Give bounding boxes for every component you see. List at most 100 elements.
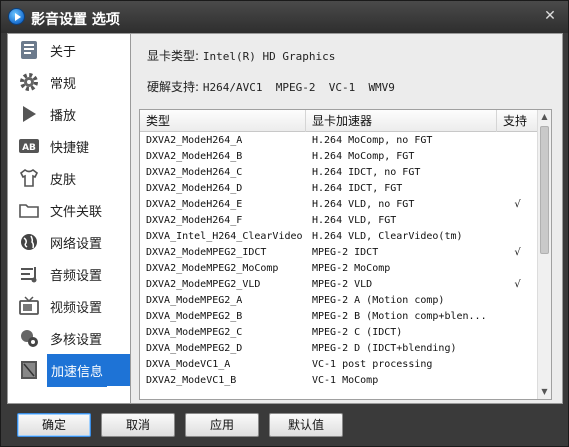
table-row[interactable]: DXVA2_ModeH264_A H.264 MoComp, no FGT bbox=[140, 133, 538, 149]
cancel-button[interactable]: 取消 bbox=[101, 413, 175, 437]
table-body: DXVA2_ModeH264_A H.264 MoComp, no FGT DXVA… bbox=[140, 133, 538, 389]
cell-type: DXVA2_ModeH264_B bbox=[146, 151, 243, 162]
cell-supported bbox=[497, 165, 538, 181]
sidebar-item-audio[interactable]: 音频设置 bbox=[8, 258, 130, 290]
hw-decode-line: 硬解支持: H264/AVC1 MPEG-2 VC-1 WMV9 bbox=[147, 78, 395, 95]
table-row[interactable]: DXVA_ModeMPEG2_C MPEG-2 C (IDCT) bbox=[140, 325, 538, 341]
gpu-type-line: 显卡类型: Intel(R) HD Graphics bbox=[147, 47, 335, 64]
table-row[interactable]: DXVA_ModeVC1_A VC-1 post processing bbox=[140, 357, 538, 373]
cell-type: DXVA2_ModeH264_F bbox=[146, 215, 243, 226]
cell-accelerator: MPEG-2 B (Motion comp+blen... bbox=[312, 311, 487, 322]
header-accelerator[interactable]: 显卡加速器 bbox=[306, 110, 497, 132]
scroll-up-icon[interactable]: ▲ bbox=[538, 110, 551, 124]
cell-type: DXVA_Intel_H264_ClearVideo bbox=[146, 231, 303, 242]
ok-button[interactable]: 确定 bbox=[17, 413, 91, 437]
cell-type: DXVA2_ModeH264_A bbox=[146, 135, 243, 146]
cell-accelerator: VC-1 post processing bbox=[312, 359, 433, 370]
table-row[interactable]: DXVA2_ModeVC1_B VC-1 MoComp bbox=[140, 373, 538, 389]
cell-supported bbox=[497, 325, 538, 341]
sidebar-item-label: 播放 bbox=[50, 108, 77, 124]
scroll-down-icon[interactable]: ▼ bbox=[538, 385, 551, 399]
sidebar-item-accel-info[interactable]: 加速信息 bbox=[8, 353, 130, 387]
cell-type: DXVA2_ModeMPEG2_IDCT bbox=[146, 247, 267, 258]
gpu-type-label: 显卡类型: bbox=[147, 49, 200, 63]
sidebar-item-label: 视频设置 bbox=[50, 300, 103, 316]
cell-supported: √ bbox=[514, 199, 521, 210]
cell-type: DXVA2_ModeH264_C bbox=[146, 167, 243, 178]
settings-sidebar: 关于 常规 播放 AB 快捷键 皮肤 文件关联 网络设置 音频设置 视频设置 多… bbox=[7, 33, 131, 404]
hw-decode-value: H264/AVC1 MPEG-2 VC-1 WMV9 bbox=[202, 81, 395, 94]
sidebar-item-label: 皮肤 bbox=[50, 172, 77, 188]
table-row[interactable]: DXVA_Intel_H264_ClearVideo H.264 VLD, Cle… bbox=[140, 229, 538, 245]
header-type[interactable]: 类型 bbox=[140, 110, 306, 132]
table-row[interactable]: DXVA2_ModeH264_E H.264 VLD, no FGT √ bbox=[140, 197, 538, 213]
cell-supported bbox=[497, 373, 538, 389]
play-icon bbox=[16, 101, 42, 127]
apply-button[interactable]: 应用 bbox=[185, 413, 259, 437]
sidebar-item-file-assoc[interactable]: 文件关联 bbox=[8, 194, 130, 226]
sidebar-item-label: 关于 bbox=[50, 44, 77, 60]
sidebar-item-label: 常规 bbox=[50, 76, 77, 92]
header-supported[interactable]: 支持 bbox=[497, 110, 538, 132]
cell-accelerator: H.264 IDCT, no FGT bbox=[312, 167, 421, 178]
cell-accelerator: H.264 MoComp, no FGT bbox=[312, 135, 433, 146]
cell-type: DXVA2_ModeVC1_B bbox=[146, 375, 237, 386]
cell-type: DXVA2_ModeMPEG2_MoComp bbox=[146, 263, 279, 274]
chip-icon bbox=[16, 357, 42, 383]
table-row[interactable]: DXVA2_ModeH264_C H.264 IDCT, no FGT bbox=[140, 165, 538, 181]
sidebar-item-label: 加速信息 bbox=[47, 353, 108, 387]
sidebar-item-skin[interactable]: 皮肤 bbox=[8, 162, 130, 194]
cell-accelerator: MPEG-2 D (IDCT+blending) bbox=[312, 343, 457, 354]
cell-type: DXVA_ModeMPEG2_D bbox=[146, 343, 243, 354]
cell-accelerator: H.264 VLD, FGT bbox=[312, 215, 397, 226]
sidebar-item-multicore[interactable]: 多核设置 bbox=[8, 322, 130, 354]
table-row[interactable]: DXVA_ModeMPEG2_B MPEG-2 B (Motion comp+bl… bbox=[140, 309, 538, 325]
table-row[interactable]: DXVA_ModeMPEG2_A MPEG-2 A (Motion comp) bbox=[140, 293, 538, 309]
cell-accelerator: MPEG-2 A (Motion comp) bbox=[312, 295, 445, 306]
sidebar-item-video[interactable]: 视频设置 bbox=[8, 290, 130, 322]
title-bar[interactable]: 影音设置 选项 ✕ bbox=[1, 1, 568, 33]
cell-supported bbox=[497, 293, 538, 309]
table-row[interactable]: DXVA2_ModeMPEG2_MoComp MPEG-2 MoComp bbox=[140, 261, 538, 277]
cell-type: DXVA_ModeMPEG2_C bbox=[146, 327, 243, 338]
about-icon bbox=[16, 37, 42, 63]
cell-supported bbox=[497, 133, 538, 149]
cell-type: DXVA2_ModeH264_E bbox=[146, 199, 243, 210]
sidebar-item-label: 快捷键 bbox=[50, 140, 90, 156]
cell-supported bbox=[497, 341, 538, 357]
cell-type: DXVA2_ModeMPEG2_VLD bbox=[146, 279, 261, 290]
hw-decode-label: 硬解支持: bbox=[147, 80, 200, 94]
cell-accelerator: MPEG-2 IDCT bbox=[312, 247, 379, 258]
cell-supported bbox=[497, 261, 538, 277]
sidebar-item-network[interactable]: 网络设置 bbox=[8, 226, 130, 258]
cpu-icon bbox=[16, 325, 42, 351]
table-row[interactable]: DXVA2_ModeMPEG2_VLD MPEG-2 VLD √ bbox=[140, 277, 538, 293]
close-icon[interactable]: ✕ bbox=[542, 8, 558, 24]
table-row[interactable]: DXVA2_ModeMPEG2_IDCT MPEG-2 IDCT √ bbox=[140, 245, 538, 261]
cell-supported: √ bbox=[514, 279, 521, 290]
table-row[interactable]: DXVA2_ModeH264_F H.264 VLD, FGT bbox=[140, 213, 538, 229]
globe-icon bbox=[16, 229, 42, 255]
cell-accelerator: H.264 VLD, no FGT bbox=[312, 199, 415, 210]
cell-accelerator: H.264 VLD, ClearVideo(tm) bbox=[312, 231, 463, 242]
table-row[interactable]: DXVA2_ModeH264_D H.264 IDCT, FGT bbox=[140, 181, 538, 197]
cell-accelerator: H.264 MoComp, FGT bbox=[312, 151, 415, 162]
cell-supported bbox=[497, 229, 538, 245]
sidebar-item-general[interactable]: 常规 bbox=[8, 66, 130, 98]
sidebar-item-about[interactable]: 关于 bbox=[8, 34, 130, 66]
sidebar-item-playback[interactable]: 播放 bbox=[8, 98, 130, 130]
table-header: 类型 显卡加速器 支持 bbox=[140, 110, 538, 132]
sidebar-item-label: 文件关联 bbox=[50, 204, 103, 220]
app-logo-icon bbox=[8, 8, 25, 25]
cell-type: DXVA2_ModeH264_D bbox=[146, 183, 243, 194]
tv-icon bbox=[16, 293, 42, 319]
cell-supported bbox=[497, 181, 538, 197]
table-row[interactable]: DXVA_ModeMPEG2_D MPEG-2 D (IDCT+blending) bbox=[140, 341, 538, 357]
shirt-icon bbox=[16, 165, 42, 191]
table-row[interactable]: DXVA2_ModeH264_B H.264 MoComp, FGT bbox=[140, 149, 538, 165]
scroll-thumb[interactable] bbox=[540, 126, 549, 254]
folder-icon bbox=[16, 197, 42, 223]
vertical-scrollbar[interactable]: ▲ ▼ bbox=[537, 110, 551, 399]
sidebar-item-shortcuts[interactable]: AB 快捷键 bbox=[8, 130, 130, 162]
default-button[interactable]: 默认值 bbox=[269, 413, 343, 437]
